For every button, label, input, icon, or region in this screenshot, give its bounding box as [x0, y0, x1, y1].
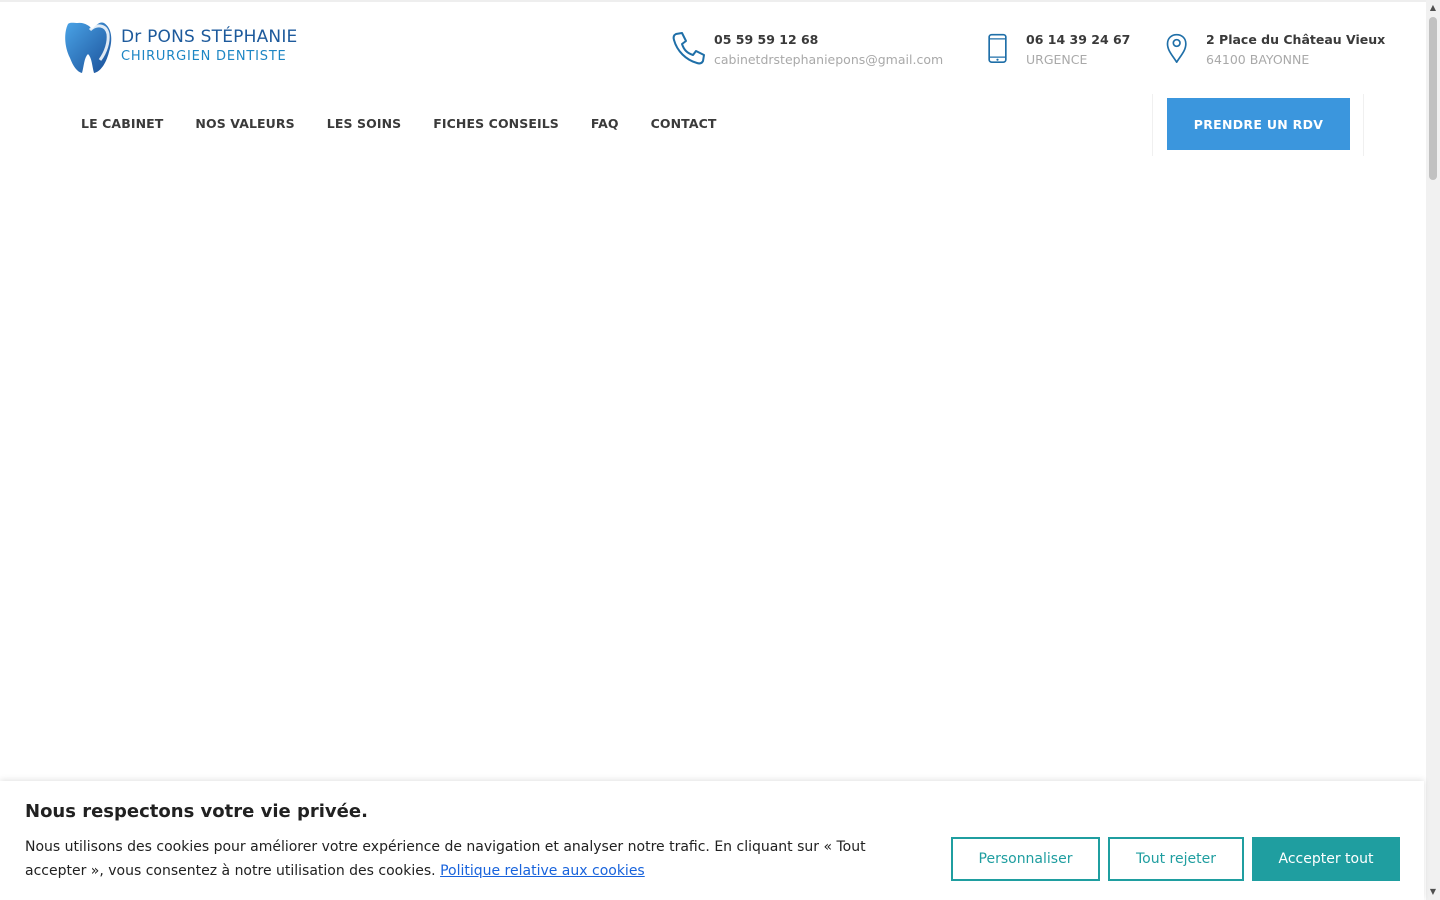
- address-city: 64100 BAYONNE: [1206, 52, 1310, 67]
- nav-item-faq[interactable]: FAQ: [591, 116, 619, 131]
- site-logo[interactable]: Dr PONS STÉPHANIE CHIRURGIEN DENTISTE: [62, 20, 297, 74]
- cookie-title: Nous respectons votre vie privée.: [25, 801, 368, 822]
- phone-icon: [672, 32, 705, 65]
- nav-item-contact[interactable]: CONTACT: [651, 116, 717, 131]
- nav-item-fiches-conseils[interactable]: FICHES CONSEILS: [433, 116, 559, 131]
- mobile-phone-icon: [988, 33, 1007, 64]
- scrollbar-thumb[interactable]: [1429, 17, 1437, 180]
- cta-container: PRENDRE UN RDV: [1152, 94, 1364, 156]
- main-nav: LE CABINET NOS VALEURS LES SOINS FICHES …: [81, 116, 749, 131]
- reject-all-button[interactable]: Tout rejeter: [1108, 837, 1244, 881]
- phone-number: 05 59 59 12 68: [714, 32, 819, 47]
- top-border: [0, 0, 1426, 2]
- tooth-logo-icon: [65, 22, 112, 74]
- map-pin-icon: [1166, 33, 1187, 64]
- contact-mobile[interactable]: 06 14 39 24 67 URGENCE: [985, 30, 1130, 70]
- nav-item-nos-valeurs[interactable]: NOS VALEURS: [195, 116, 294, 131]
- brand-subtitle: CHIRURGIEN DENTISTE: [121, 49, 287, 64]
- address-street: 2 Place du Château Vieux: [1206, 32, 1386, 47]
- cookie-text: Nous utilisons des cookies pour améliore…: [25, 835, 925, 883]
- brand-name: Dr PONS STÉPHANIE: [121, 27, 298, 47]
- email-address[interactable]: cabinetdrstephaniepons@gmail.com: [714, 50, 943, 70]
- scroll-down-arrow-icon[interactable]: ▼: [1428, 887, 1438, 897]
- cookie-policy-link[interactable]: Politique relative aux cookies: [440, 863, 645, 879]
- emergency-number: 06 14 39 24 67: [1026, 32, 1131, 47]
- page-scrollbar[interactable]: ▲ ▼: [1426, 0, 1440, 900]
- accept-all-button[interactable]: Accepter tout: [1252, 837, 1400, 881]
- book-appointment-button[interactable]: PRENDRE UN RDV: [1167, 98, 1350, 150]
- cookie-banner: Nous respectons votre vie privée. Nous u…: [0, 781, 1424, 900]
- nav-item-les-soins[interactable]: LES SOINS: [327, 116, 402, 131]
- customize-cookies-button[interactable]: Personnaliser: [951, 837, 1100, 881]
- contact-phone[interactable]: 05 59 59 12 68 cabinetdrstephaniepons@gm…: [670, 30, 943, 70]
- emergency-label: URGENCE: [1026, 52, 1088, 67]
- contact-address[interactable]: 2 Place du Château Vieux 64100 BAYONNE: [1165, 30, 1385, 70]
- scroll-up-arrow-icon[interactable]: ▲: [1428, 3, 1438, 13]
- nav-item-le-cabinet[interactable]: LE CABINET: [81, 116, 163, 131]
